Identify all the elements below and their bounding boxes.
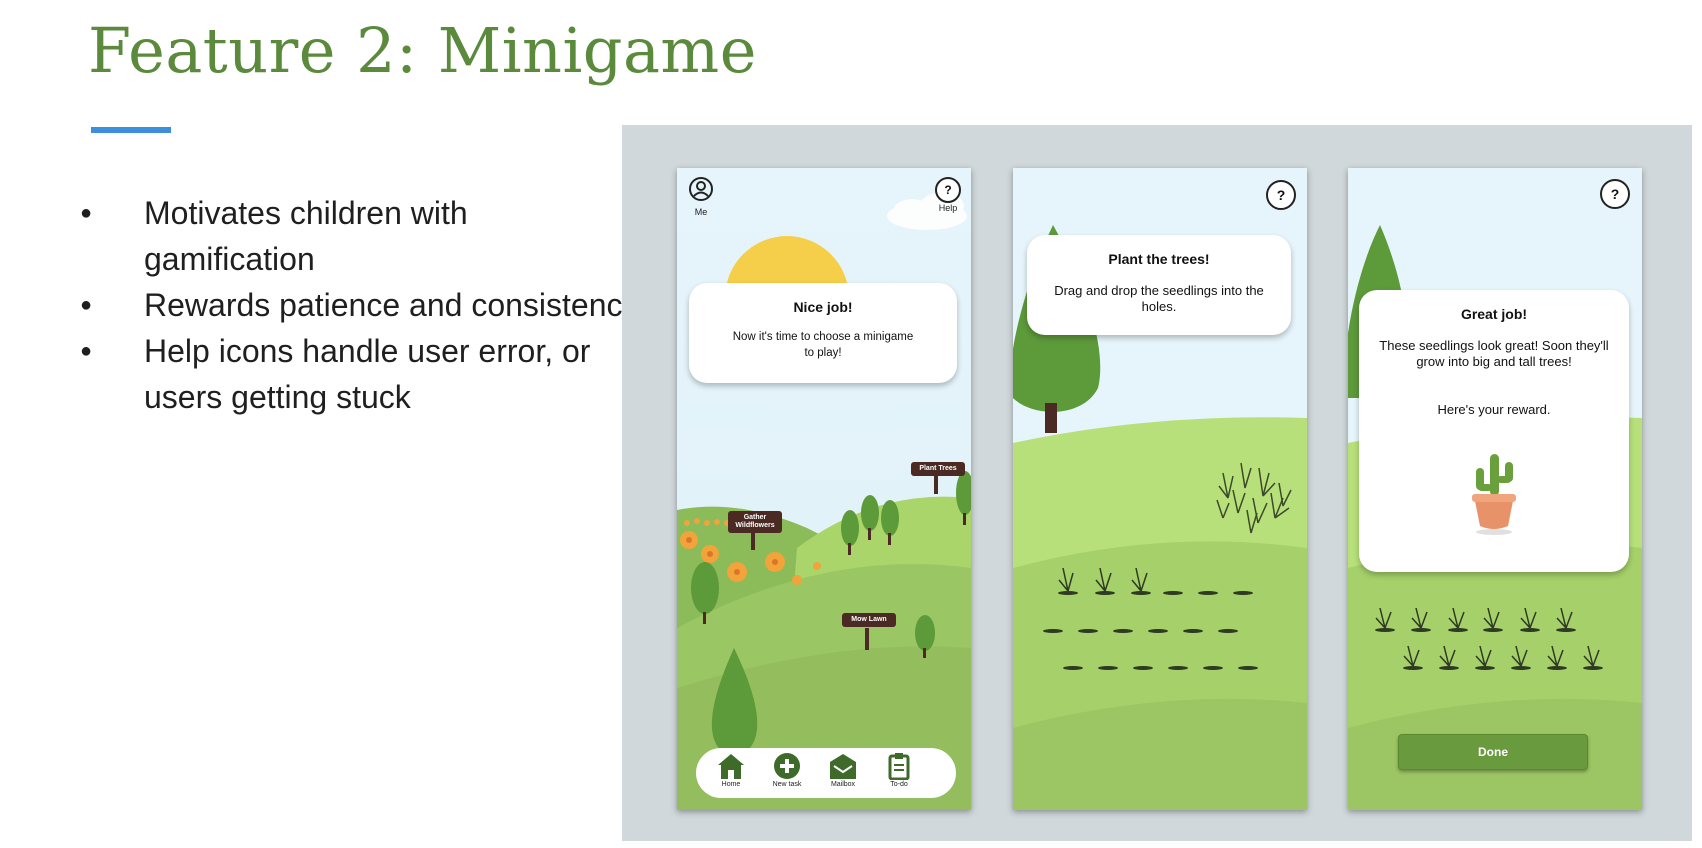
card-text: These seedlings look great! Soon they'll… <box>1379 338 1609 369</box>
sign-post <box>751 530 755 550</box>
nav-label: To-do <box>890 781 908 788</box>
mow-lawn-sign[interactable]: Mow Lawn <box>842 613 896 627</box>
nav-mailbox[interactable]: Mailbox <box>818 752 868 788</box>
home-scene-illustration <box>677 168 971 810</box>
bullet-item: Help icons handle user error, or users g… <box>80 328 640 420</box>
help-button[interactable]: ? <box>1266 180 1296 210</box>
plus-circle-icon <box>774 753 800 779</box>
reward-text: Here's your reward. <box>1437 402 1551 417</box>
home-screen: Me ? Help Nice job! Now it's time to cho… <box>677 168 971 810</box>
plant-trees-sign[interactable]: Plant Trees <box>911 462 965 476</box>
clipboard-icon <box>888 753 910 780</box>
user-circle-icon <box>689 177 713 201</box>
card-text: Now it's time to choose a minigame to pl… <box>732 331 914 359</box>
nav-label: New task <box>772 781 802 788</box>
mail-icon <box>830 754 856 779</box>
screenshots-panel: Me ? Help Nice job! Now it's time to cho… <box>622 125 1692 841</box>
title-underline <box>91 127 171 133</box>
nav-label: Mailbox <box>830 781 856 788</box>
plant-trees-card: Plant the trees! Drag and drop the seedl… <box>1027 235 1291 335</box>
nice-job-card: Nice job! Now it's time to choose a mini… <box>689 283 957 383</box>
slide-title: Feature 2: Minigame <box>88 14 757 87</box>
plant-trees-screen: ? Plant the trees! Drag and drop the see… <box>1013 168 1307 810</box>
card-title: Nice job! <box>793 299 853 315</box>
nav-new-task[interactable]: New task <box>762 752 812 788</box>
help-button[interactable]: ? Help <box>932 177 964 213</box>
home-icon <box>718 754 744 779</box>
nav-todo[interactable]: To-do <box>874 752 924 788</box>
card-title: Great job! <box>1460 306 1528 322</box>
great-job-card: Great job! These seedlings look great! S… <box>1359 290 1629 572</box>
profile-button[interactable]: Me <box>686 176 716 217</box>
card-text: Drag and drop the seedlings into the hol… <box>1054 283 1264 314</box>
reward-screen: ? Great job! These seedlings look great!… <box>1348 168 1642 810</box>
potted-cactus-icon <box>1472 454 1516 535</box>
nav-home[interactable]: Home <box>706 752 756 788</box>
card-title: Plant the trees! <box>1108 251 1210 267</box>
bottom-nav: Home New task Mailbox To-do <box>696 748 956 798</box>
done-button[interactable]: Done <box>1398 734 1588 770</box>
question-icon: ? <box>935 177 961 203</box>
bullet-item: Motivates children with gamification <box>80 190 640 282</box>
bullet-list: Motivates children with gamification Rew… <box>80 190 640 420</box>
bullet-item: Rewards patience and consistency <box>80 282 640 328</box>
gather-wildflowers-sign[interactable]: Gather Wildflowers <box>728 511 782 533</box>
profile-label: Me <box>694 207 708 217</box>
sign-post <box>934 476 938 494</box>
sign-post <box>865 628 869 650</box>
help-button[interactable]: ? <box>1600 179 1630 209</box>
help-label: Help <box>938 203 958 213</box>
nav-label: Home <box>721 781 741 788</box>
